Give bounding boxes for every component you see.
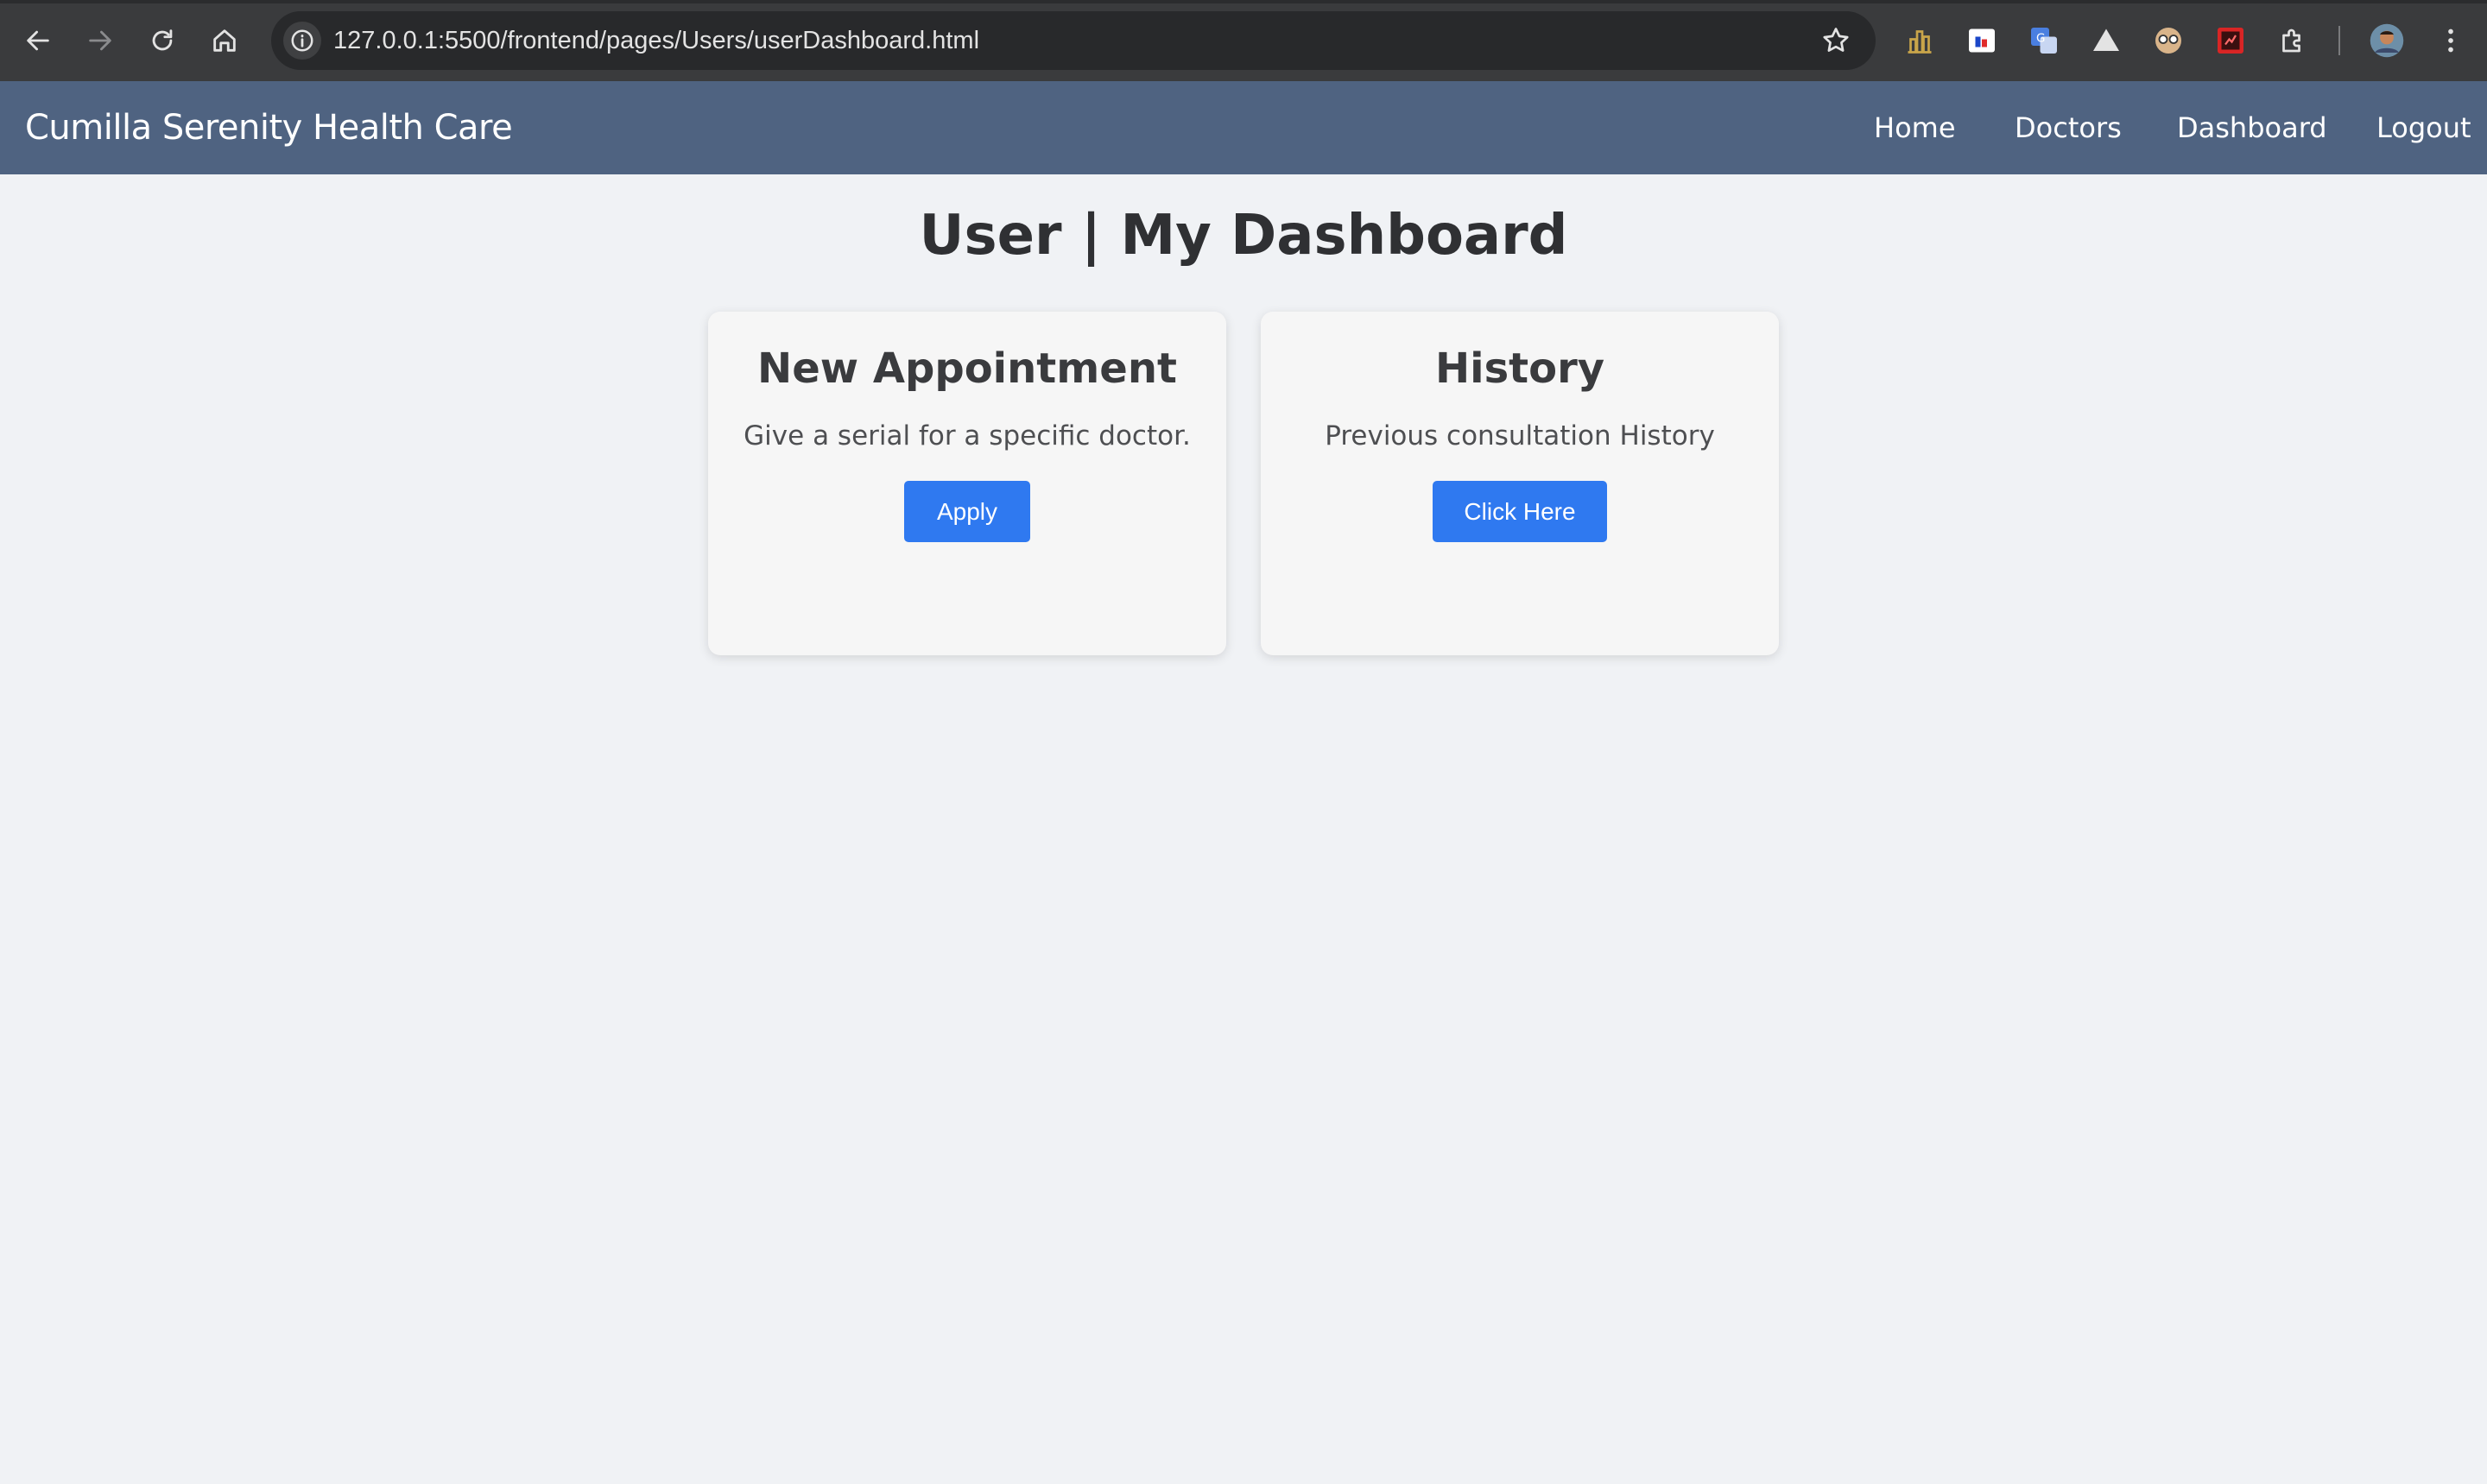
extension-mountain-icon[interactable] bbox=[2089, 23, 2123, 58]
site-info-icon[interactable] bbox=[283, 22, 321, 60]
address-bar[interactable]: 127.0.0.1:5500/frontend/pages/Users/user… bbox=[271, 11, 1876, 70]
svg-text:G: G bbox=[2036, 32, 2045, 46]
nav-link-home[interactable]: Home bbox=[1874, 81, 1956, 174]
extension-translate-icon[interactable]: G bbox=[2027, 23, 2061, 58]
forward-arrow-icon[interactable] bbox=[80, 21, 120, 60]
card-title: History bbox=[1434, 344, 1605, 393]
browser-toolbar: 127.0.0.1:5500/frontend/pages/Users/user… bbox=[0, 0, 2487, 81]
site-navbar: Cumilla Serenity Health Care Home Doctor… bbox=[0, 81, 2487, 174]
card-title: New Appointment bbox=[757, 344, 1177, 393]
brand-name[interactable]: Cumilla Serenity Health Care bbox=[25, 81, 513, 174]
extension-glasses-icon[interactable] bbox=[2151, 23, 2186, 58]
bookmark-star-icon[interactable] bbox=[1820, 25, 1851, 56]
nav-link-logout[interactable]: Logout bbox=[2376, 81, 2471, 174]
nav-link-dashboard[interactable]: Dashboard bbox=[2177, 81, 2327, 174]
page-title: User | My Dashboard bbox=[919, 204, 1568, 268]
reload-icon[interactable] bbox=[142, 21, 182, 60]
new-appointment-card: New Appointment Give a serial for a spec… bbox=[708, 312, 1226, 655]
extension-flag-icon[interactable] bbox=[1965, 23, 1999, 58]
toolbar-divider bbox=[2338, 26, 2340, 55]
extensions-puzzle-icon[interactable] bbox=[2275, 23, 2310, 58]
home-icon[interactable] bbox=[205, 21, 244, 60]
history-click-here-button[interactable]: Click Here bbox=[1433, 481, 1607, 542]
card-description: Give a serial for a specific doctor. bbox=[744, 420, 1191, 452]
extension-chart-icon[interactable] bbox=[1902, 23, 1937, 58]
card-description: Previous consultation History bbox=[1325, 420, 1715, 452]
profile-avatar-icon[interactable] bbox=[2368, 22, 2406, 60]
history-card: History Previous consultation History Cl… bbox=[1261, 312, 1779, 655]
more-menu-icon[interactable] bbox=[2433, 23, 2468, 58]
nav-link-doctors[interactable]: Doctors bbox=[2015, 81, 2122, 174]
extension-red-square-icon[interactable] bbox=[2213, 23, 2248, 58]
apply-button[interactable]: Apply bbox=[904, 481, 1030, 542]
url-text[interactable]: 127.0.0.1:5500/frontend/pages/Users/user… bbox=[333, 11, 979, 70]
back-arrow-icon[interactable] bbox=[18, 21, 58, 60]
